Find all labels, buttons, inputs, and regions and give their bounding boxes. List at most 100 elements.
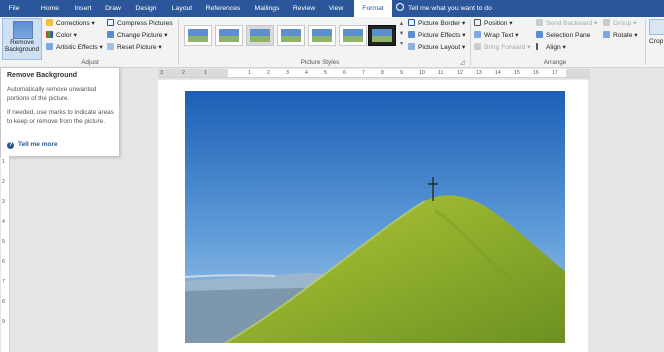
tab-layout[interactable]: Layout xyxy=(167,0,197,17)
ribbon: Remove Background Corrections ▾ Color ▾ … xyxy=(0,17,664,68)
ruler-number: 10 xyxy=(419,70,425,76)
tab-home[interactable]: Home xyxy=(37,0,63,17)
position-icon xyxy=(474,19,481,26)
picture-layout-icon xyxy=(408,43,415,50)
picture-style-4[interactable] xyxy=(277,25,305,46)
remove-background-tooltip: Remove Background Automatically remove u… xyxy=(0,67,120,157)
position-button[interactable]: Position ▾ xyxy=(474,19,513,29)
vertical-ruler[interactable]: 1 2 3 4 5 6 7 8 9 xyxy=(1,155,10,352)
corrections-label: Corrections xyxy=(56,20,90,27)
ruler-margin-left xyxy=(158,69,228,77)
reset-picture-icon xyxy=(107,43,114,50)
bring-forward-button[interactable]: Bring Forward ▾ xyxy=(474,43,531,53)
wrap-text-label: Wrap Text xyxy=(484,32,514,39)
tab-view[interactable]: View xyxy=(325,0,347,17)
tell-me-box[interactable]: Tell me what you want to do xyxy=(396,0,492,17)
tooltip-title: Remove Background xyxy=(7,72,78,79)
align-icon xyxy=(536,43,543,50)
tab-insert[interactable]: Insert xyxy=(70,0,96,17)
crop-label[interactable]: Crop xyxy=(649,37,663,47)
tooltip-paragraph-2: If needed, use marks to indicate areas t… xyxy=(7,109,114,125)
compress-pictures-button[interactable]: Compress Pictures xyxy=(107,19,173,29)
ruler-number: 9 xyxy=(2,319,5,325)
selection-pane-label: Selection Pane xyxy=(546,32,591,39)
lightbulb-icon xyxy=(396,3,404,11)
reset-picture-label: Reset Picture xyxy=(117,44,157,51)
artistic-effects-button[interactable]: Artistic Effects ▾ xyxy=(46,43,103,53)
send-backward-label: Send Backward xyxy=(546,20,593,27)
artistic-effects-icon xyxy=(46,43,53,50)
picture-effects-icon xyxy=(408,31,415,38)
picture-layout-button[interactable]: Picture Layout ▾ xyxy=(408,43,465,53)
ruler-number: 7 xyxy=(362,70,365,76)
rotate-icon xyxy=(603,31,610,38)
mountain-photo-image xyxy=(185,91,565,343)
remove-background-icon xyxy=(13,21,33,39)
picture-border-button[interactable]: Picture Border ▾ xyxy=(408,19,465,29)
horizontal-ruler[interactable]: 3 2 1 1 2 3 4 5 6 7 8 9 10 11 12 13 14 1… xyxy=(158,69,590,78)
gallery-down-icon[interactable]: ▼ xyxy=(398,30,405,39)
tab-file[interactable]: File xyxy=(4,0,24,17)
ruler-number: 7 xyxy=(2,279,5,285)
change-picture-icon xyxy=(107,31,114,38)
ruler-number: 8 xyxy=(381,70,384,76)
group-label: Group xyxy=(613,20,632,27)
wrap-text-button[interactable]: Wrap Text ▾ xyxy=(474,31,519,41)
tab-draw[interactable]: Draw xyxy=(102,0,124,17)
rotate-button[interactable]: Rotate ▾ xyxy=(603,31,638,41)
gallery-more-icon[interactable]: ▾ xyxy=(398,40,405,49)
rotate-label: Rotate xyxy=(613,32,633,39)
group-icon xyxy=(603,19,610,26)
reset-picture-button[interactable]: Reset Picture ▾ xyxy=(107,43,162,53)
tab-design[interactable]: Design xyxy=(131,0,161,17)
remove-background-label: Remove Background xyxy=(4,39,40,53)
ruler-number: 16 xyxy=(533,70,539,76)
separator xyxy=(645,19,646,65)
group-button[interactable]: Group ▾ xyxy=(603,19,636,29)
separator xyxy=(470,19,471,65)
tab-review[interactable]: Review xyxy=(290,0,318,17)
change-picture-button[interactable]: Change Picture ▾ xyxy=(107,31,168,41)
picture-styles-launcher-icon[interactable]: ◿ xyxy=(460,58,465,68)
mountain-photo[interactable] xyxy=(185,91,565,343)
picture-effects-button[interactable]: Picture Effects ▾ xyxy=(408,31,466,41)
ruler-number: 5 xyxy=(324,70,327,76)
crop-icon[interactable] xyxy=(649,19,664,35)
corrections-button[interactable]: Corrections ▾ xyxy=(46,19,95,29)
align-button[interactable]: Align ▾ xyxy=(536,43,566,53)
artistic-effects-label: Artistic Effects xyxy=(56,44,98,51)
picture-layout-label: Picture Layout xyxy=(418,44,461,51)
ruler-number: 2 xyxy=(2,179,5,185)
separator xyxy=(178,19,179,65)
tooltip-paragraph-1: Automatically remove unwanted portions o… xyxy=(7,86,97,102)
tab-format[interactable]: Format xyxy=(354,0,392,17)
send-backward-icon xyxy=(536,19,543,26)
position-label: Position xyxy=(484,20,508,27)
ruler-number: 3 xyxy=(286,70,289,76)
gallery-up-icon[interactable]: ▲ xyxy=(398,20,405,29)
ruler-number: 4 xyxy=(305,70,308,76)
selection-pane-button[interactable]: Selection Pane xyxy=(536,31,590,41)
ribbon-tab-bar: File Home Insert Draw Design Layout Refe… xyxy=(0,0,664,17)
ruler-number: 1 xyxy=(248,70,251,76)
picture-style-2[interactable] xyxy=(215,25,243,46)
picture-effects-label: Picture Effects xyxy=(418,32,461,39)
tell-me-more-link[interactable]: ? Tell me more xyxy=(7,141,58,149)
bring-forward-icon xyxy=(474,43,481,50)
tab-mailings[interactable]: Mailings xyxy=(251,0,283,17)
compress-icon xyxy=(107,19,114,26)
color-button[interactable]: Color ▾ xyxy=(46,31,77,41)
tab-references[interactable]: References xyxy=(203,0,243,17)
picture-style-1[interactable] xyxy=(184,25,212,46)
remove-background-button[interactable]: Remove Background xyxy=(2,18,42,60)
picture-border-label: Picture Border xyxy=(418,20,461,27)
picture-style-6[interactable] xyxy=(339,25,367,46)
picture-style-3[interactable] xyxy=(246,25,274,46)
picture-styles-gallery xyxy=(181,19,396,53)
help-icon: ? xyxy=(7,142,14,149)
ruler-number: 8 xyxy=(2,299,5,305)
picture-style-5[interactable] xyxy=(308,25,336,46)
send-backward-button[interactable]: Send Backward ▾ xyxy=(536,19,597,29)
bring-forward-label: Bring Forward xyxy=(484,44,526,51)
picture-style-7[interactable] xyxy=(368,25,396,46)
